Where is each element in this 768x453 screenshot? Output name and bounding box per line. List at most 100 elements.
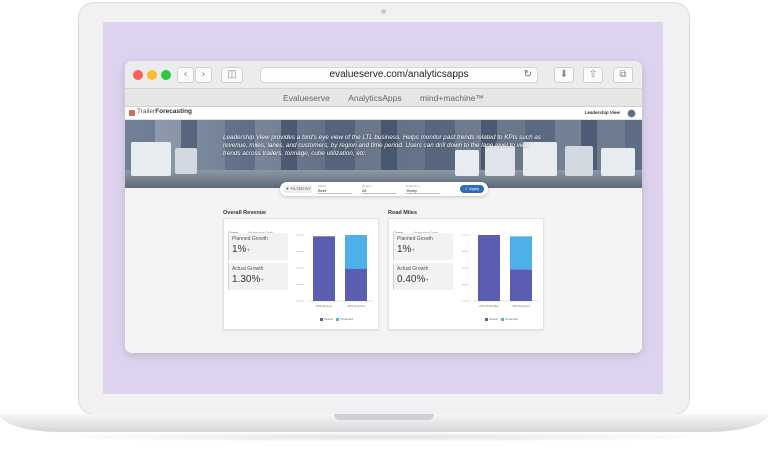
metric-value: 1.30%+ [232, 274, 264, 285]
metric-number: 1% [397, 244, 412, 255]
apply-button[interactable]: ✓ Apply [460, 185, 484, 193]
up-indicator: + [411, 248, 415, 254]
road-miles-chart-svg: 2019 Road Miles 2019 Projected [461, 234, 539, 308]
filter-metric-select[interactable]: Metric Beef [318, 184, 356, 194]
logo-icon [129, 110, 135, 116]
filter-button-label: FILTER BY [290, 186, 311, 191]
bar-actual[interactable] [478, 235, 500, 301]
download-icon[interactable]: ⬇ [554, 67, 574, 83]
legend-projected: Projected [505, 317, 518, 321]
banner-description: Leadership View provides a bird's eye vi… [223, 134, 541, 157]
apply-label: Apply [469, 186, 480, 191]
metric-number: 0.40% [397, 274, 426, 285]
up-indicator: + [246, 248, 250, 254]
metric-number: 1.30% [232, 274, 261, 285]
panel-tabs: Charts Underlying Data [393, 221, 443, 237]
panel-title: Road Miles [388, 210, 418, 216]
bar-projected[interactable] [345, 235, 367, 269]
metric-number: 1% [232, 244, 247, 255]
forward-icon[interactable]: › [195, 67, 212, 83]
revenue-chart-svg: 2019 Revenue 2019 Projected [296, 234, 374, 308]
app-content: TrailerForecasting Leadership View Leade… [125, 107, 642, 353]
browser-window: ‹ › ◫ evalueserve.com/analyticsapps ↻ ⬇ … [125, 61, 642, 353]
bar-actual[interactable] [345, 268, 367, 301]
filter-underline [406, 193, 440, 194]
laptop-shadow [40, 432, 728, 442]
actual-growth-metric: Actual Growth 1.30%+ [228, 263, 288, 290]
truck-image [175, 148, 197, 174]
up-indicator: + [425, 278, 429, 284]
panel-title: Overall Revenue [223, 210, 267, 216]
share-icon[interactable]: ⇧ [583, 67, 603, 83]
app-logo[interactable]: TrailerForecasting [137, 108, 192, 115]
x-tick-label: 2019 Revenue [316, 304, 333, 308]
truck-image [565, 146, 593, 176]
y-tick [461, 284, 469, 285]
panel-tabs: Charts Underlying Data [228, 221, 278, 237]
y-tick [296, 234, 304, 236]
filter-region-select[interactable]: Region All [362, 184, 400, 194]
bar-actual[interactable] [510, 269, 532, 301]
user-avatar[interactable] [627, 109, 636, 118]
road-miles-bar-chart: 2019 Road Miles 2019 Projected Actual Pro… [459, 229, 541, 325]
metric-value: 0.40%+ [397, 274, 429, 285]
legend-actual: Actual [324, 317, 333, 321]
legend-actual: Actual [489, 317, 498, 321]
bar-projected[interactable] [510, 236, 532, 270]
y-tick [461, 234, 469, 236]
address-bar[interactable]: evalueserve.com/analyticsapps ↻ [260, 67, 538, 83]
filter-date-select[interactable]: Date/Time Yearly [406, 184, 444, 194]
road-miles-card: Charts Underlying Data Planned Growth 1%… [388, 218, 544, 330]
planned-growth-metric: Planned Growth 1%+ [393, 233, 453, 260]
legend-projected: Projected [340, 317, 353, 321]
browser-toolbar: ‹ › ◫ evalueserve.com/analyticsapps ↻ ⬇ … [125, 61, 642, 89]
app-header: TrailerForecasting Leadership View [125, 107, 642, 120]
metric-label: Actual Growth [232, 266, 264, 272]
filter-bar: ▼ FILTER BY Metric Beef Region All Date/… [280, 182, 488, 196]
chart-legend: Actual Projected [294, 317, 376, 321]
minimize-window-button[interactable] [147, 70, 157, 80]
x-tick-label: 2019 Projected [512, 304, 530, 308]
legend-swatch-projected [501, 317, 505, 321]
y-tick [296, 284, 304, 285]
camera [381, 9, 386, 14]
logo-prefix: Trailer [137, 108, 156, 115]
planned-growth-metric: Planned Growth 1%+ [228, 233, 288, 260]
back-icon[interactable]: ‹ [177, 67, 194, 83]
bookmark-evalueserve[interactable]: Evalueserve [283, 93, 330, 103]
bookmarks-bar: Evalueserve AnalyticsApps mind+machine™ [125, 89, 642, 107]
bar-actual[interactable] [313, 236, 335, 301]
metric-label: Planned Growth [397, 236, 433, 242]
truck-image [601, 148, 635, 176]
filter-button[interactable]: ▼ FILTER BY [284, 185, 312, 193]
y-tick [461, 251, 469, 252]
tabs-icon[interactable]: ⧉ [613, 67, 633, 83]
bookmark-mind-machine[interactable]: mind+machine™ [420, 93, 484, 103]
revenue-card: Charts Underlying Data Planned Growth 1%… [223, 218, 379, 330]
zoom-window-button[interactable] [161, 70, 171, 80]
y-tick [296, 267, 304, 269]
bookmark-analyticsapps[interactable]: AnalyticsApps [348, 93, 401, 103]
y-tick [461, 267, 469, 269]
y-tick [461, 300, 469, 302]
laptop-notch [334, 414, 434, 420]
view-label: Leadership View [584, 110, 620, 115]
chart-legend: Actual Projected [459, 317, 541, 321]
legend-swatch-actual [485, 317, 489, 321]
actual-growth-metric: Actual Growth 0.40%+ [393, 263, 453, 290]
url-text: evalueserve.com/analyticsapps [329, 69, 469, 80]
reload-icon[interactable]: ↻ [524, 68, 532, 82]
filter-underline [362, 193, 396, 194]
truck-image [131, 142, 171, 176]
sidebar-icon[interactable]: ◫ [221, 67, 243, 83]
metric-label: Planned Growth [232, 236, 268, 242]
legend-swatch-actual [320, 317, 324, 321]
close-window-button[interactable] [133, 70, 143, 80]
y-tick [296, 300, 304, 302]
filter-underline [318, 193, 352, 194]
x-tick-label: 2019 Road Miles [479, 304, 499, 308]
metric-label: Actual Growth [397, 266, 429, 272]
legend-swatch-projected [336, 317, 340, 321]
x-tick-label: 2019 Projected [347, 304, 365, 308]
stage: ‹ › ◫ evalueserve.com/analyticsapps ↻ ⬇ … [0, 0, 768, 453]
